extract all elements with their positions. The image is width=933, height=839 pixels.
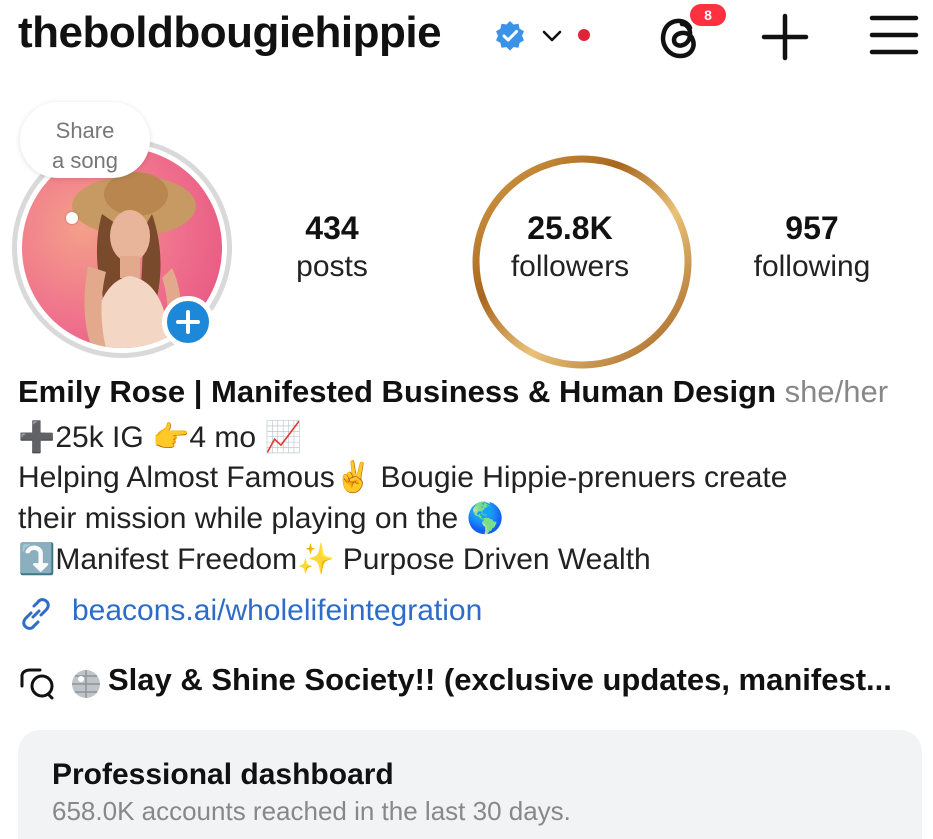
bio-link-text[interactable]: beacons.ai/wholelifeintegration <box>72 594 482 628</box>
following-count[interactable]: 957 following <box>732 208 892 286</box>
broadcast-channel-title: Slay & Shine Society!! (exclusive update… <box>108 662 892 697</box>
note-prompt-line2: a song <box>51 148 119 173</box>
create-plus-icon[interactable] <box>760 12 810 62</box>
threads-notification-badge: 8 <box>690 4 726 26</box>
username-switcher[interactable]: theboldbougiehippie <box>18 8 442 58</box>
posts-value: 434 <box>305 210 359 246</box>
hamburger-menu-icon[interactable] <box>868 12 920 58</box>
note-prompt-line1: Share <box>55 118 115 143</box>
bio-line-1: ➕25k IG 👉4 mo 📈 <box>18 421 302 454</box>
note-bubble-tail <box>66 212 78 224</box>
dashboard-subtitle: 658.0K accounts reached in the last 30 d… <box>52 796 571 826</box>
verified-badge-icon <box>496 21 524 51</box>
bio-line-2: Helping Almost Famous✌️ Bougie Hippie-pr… <box>18 461 788 494</box>
followers-count[interactable]: 25.8K followers <box>480 208 660 286</box>
bio-line-3: their mission while playing on the 🌎 <box>18 502 504 535</box>
posts-count[interactable]: 434 posts <box>262 208 402 286</box>
dashboard-title: Professional dashboard <box>52 758 394 791</box>
disco-ball-emoji-icon <box>72 670 100 698</box>
following-label: following <box>753 250 871 283</box>
account-notification-dot <box>578 29 590 41</box>
broadcast-channel-icon <box>20 668 54 700</box>
bio-line-4: ⤵️Manifest Freedom✨ Purpose Driven Wealt… <box>18 543 651 576</box>
profile-header: theboldbougiehippie 8 <box>0 0 933 80</box>
posts-label: posts <box>296 250 368 283</box>
followers-value: 25.8K <box>527 210 613 246</box>
display-name: Emily Rose | Manifested Business & Human… <box>18 374 777 409</box>
link-icon <box>22 598 50 630</box>
followers-label: followers <box>510 250 630 283</box>
professional-dashboard-card[interactable]: Professional dashboard 658.0K accounts r… <box>18 730 922 839</box>
plus-icon <box>176 310 200 334</box>
following-value: 957 <box>785 210 839 246</box>
chevron-down-icon[interactable] <box>540 24 564 48</box>
add-story-button[interactable] <box>162 296 214 348</box>
share-song-note-bubble[interactable]: Share a song <box>20 102 150 178</box>
pronouns: she/her <box>784 374 889 409</box>
profile-name: Emily Rose | Manifested Business & Human… <box>18 374 888 410</box>
